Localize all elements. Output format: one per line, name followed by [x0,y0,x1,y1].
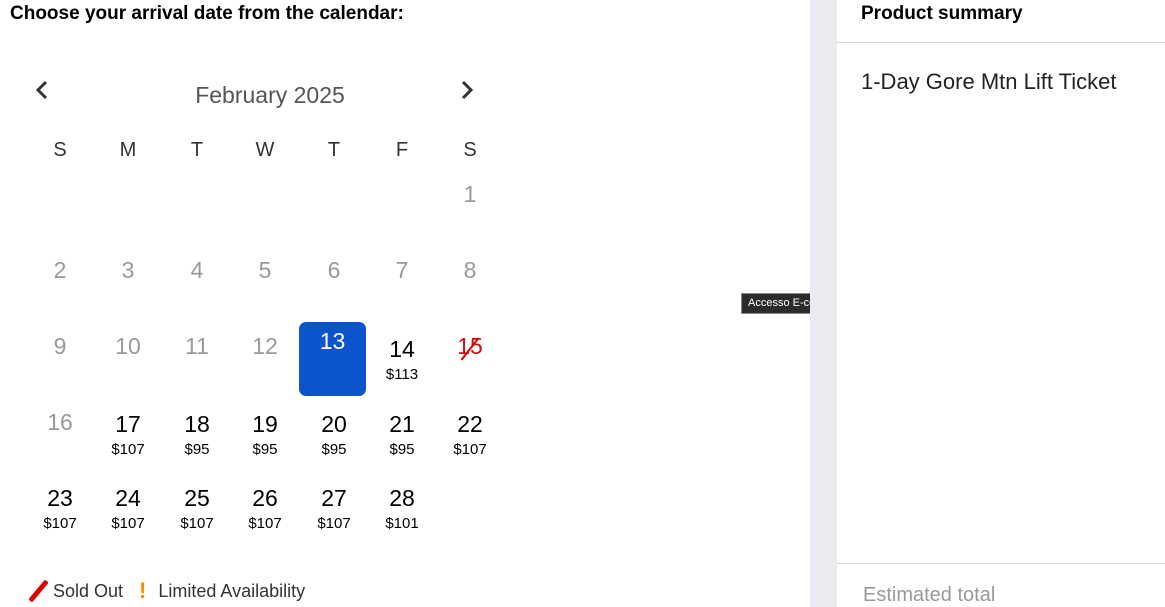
weekday-label: T [190,139,204,161]
legend-sold-out-label: Sold Out [53,580,124,601]
product-summary-title: Product summary [861,3,1023,24]
day-number: 12 [252,333,278,359]
panel-divider-line [837,563,1165,564]
panel-divider [810,0,837,607]
weekday-label: M [119,139,137,161]
calendar-day-28[interactable]: 28 $101 [371,479,433,553]
calendar-day-7: 7 [371,251,433,325]
calendar-day-21[interactable]: 21 $95 [371,405,433,479]
calendar-day-8: 8 [439,251,501,325]
day-price: $95 [389,441,415,458]
day-price: $95 [321,441,347,458]
calendar-day-15-sold-out: 15 [439,327,501,401]
calendar-legend: Sold Out ! Limited Availability [26,578,319,604]
day-number: 17 [115,411,141,437]
day-price: $113 [385,366,419,383]
chevron-right-icon [461,80,474,100]
calendar-day-16: 16 [29,403,91,477]
legend-limited: ! Limited Availability [137,578,305,604]
calendar-day-26[interactable]: 26 $107 [234,479,296,553]
day-price: $101 [385,515,419,532]
calendar-day-12: 12 [234,327,296,401]
calendar-day-24[interactable]: 24 $107 [97,479,159,553]
calendar-day-14[interactable]: 14 $113 [371,330,433,404]
day-number: 26 [252,485,278,511]
calendar: Choose your arrival date from the calend… [0,0,520,607]
weekday-label: S [53,139,67,161]
product-name: 1-Day Gore Mtn Lift Ticket [861,69,1117,94]
calendar-prompt: Choose your arrival date from the calend… [10,3,404,24]
day-number: 21 [389,411,415,437]
sold-out-slash-icon [28,579,49,603]
day-price: $107 [180,515,214,532]
day-number: 7 [395,257,409,283]
calendar-day-2: 2 [29,251,91,325]
day-number: 13 [319,328,346,354]
calendar-day-1: 1 [439,175,501,249]
day-number: 1 [463,181,477,207]
panel-divider-line [837,42,1165,43]
day-price: $95 [184,441,210,458]
day-number: 8 [463,257,477,283]
product-summary-panel: Product summary 1-Day Gore Mtn Lift Tick… [837,0,1165,607]
legend-limited-label: Limited Availability [158,580,306,601]
day-price: $95 [252,441,278,458]
day-number: 19 [252,411,278,437]
weekday-label: W [255,139,275,161]
day-price: $107 [453,441,487,458]
day-price: $107 [248,515,282,532]
month-label: February 2025 [195,82,345,108]
calendar-day-25[interactable]: 25 $107 [166,479,228,553]
day-price: $107 [111,515,145,532]
day-price: $107 [111,441,145,458]
day-number: 22 [457,411,483,437]
day-number: 4 [190,257,204,283]
day-number: 3 [121,257,135,283]
day-number: 20 [321,411,347,437]
day-number: 18 [184,411,210,437]
calendar-day-22[interactable]: 22 $107 [439,405,501,479]
day-number: 5 [258,257,272,283]
calendar-day-19[interactable]: 19 $95 [234,405,296,479]
calendar-day-3: 3 [97,251,159,325]
weekday-label: T [327,139,341,161]
day-number: 27 [321,485,347,511]
weekday-label: F [395,139,409,161]
calendar-day-5: 5 [234,251,296,325]
prev-month-button[interactable] [30,78,54,102]
calendar-day-17[interactable]: 17 $107 [97,405,159,479]
exclamation-icon: ! [139,578,147,603]
calendar-day-23[interactable]: 23 $107 [29,479,91,553]
calendar-day-4: 4 [166,251,228,325]
day-number: 2 [53,257,67,283]
calendar-day-11: 11 [166,327,228,401]
estimated-total-label: Estimated total [863,584,996,606]
calendar-day-10: 10 [97,327,159,401]
calendar-day-18[interactable]: 18 $95 [166,405,228,479]
day-price: $107 [317,515,351,532]
day-price: $107 [43,515,77,532]
day-number: 16 [47,409,73,435]
calendar-day-27[interactable]: 27 $107 [303,479,365,553]
day-number: 24 [115,485,141,511]
calendar-day-9: 9 [29,327,91,401]
calendar-day-20[interactable]: 20 $95 [303,405,365,479]
day-number: 28 [389,485,415,511]
weekday-label: S [463,139,477,161]
day-number: 25 [184,485,210,511]
calendar-day-13-selected[interactable]: 13 [296,320,366,396]
calendar-day-6: 6 [303,251,365,325]
day-number: 9 [53,333,67,359]
next-month-button[interactable] [455,78,479,102]
day-number: 11 [185,333,209,359]
day-number: 14 [389,336,415,362]
day-number: 6 [327,257,341,283]
day-number: 10 [115,333,141,359]
chevron-left-icon [35,80,48,100]
day-number: 23 [47,485,73,511]
legend-sold-out: Sold Out [26,578,123,604]
